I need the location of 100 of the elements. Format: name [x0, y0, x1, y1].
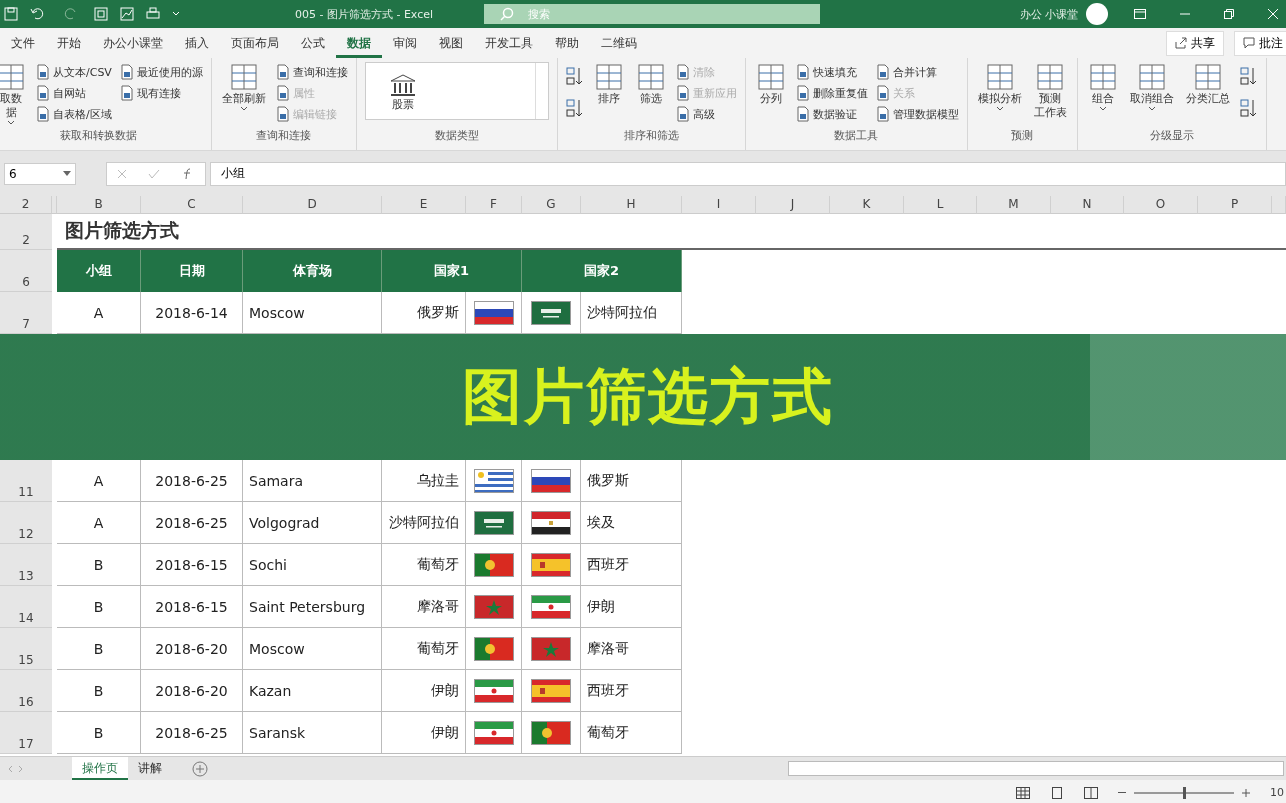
ribbon-tab[interactable]: 视图 [428, 28, 474, 58]
ribbon-button[interactable]: 高级 [675, 104, 737, 124]
row-header[interactable]: 16 [0, 670, 52, 712]
ribbon-tab[interactable]: 文件 [0, 28, 46, 58]
column-header[interactable]: M [977, 196, 1051, 214]
formula-field[interactable]: 小组 [210, 161, 1286, 186]
close-icon[interactable] [1268, 9, 1278, 19]
ribbon-tab[interactable]: 页面布局 [220, 28, 290, 58]
table-cell: 摩洛哥 [382, 586, 466, 628]
row-header[interactable]: 2 [0, 214, 52, 250]
ribbon-button[interactable]: 自表格/区域 [36, 104, 112, 124]
ribbon-tab[interactable]: 开始 [46, 28, 92, 58]
zoom-in-icon[interactable] [1242, 788, 1250, 797]
zoom-thumb[interactable] [1182, 786, 1186, 799]
caret-icon[interactable] [172, 11, 180, 17]
column-header[interactable]: G [522, 196, 581, 214]
flag-icon [473, 468, 514, 493]
ribbon-button[interactable]: 预测 工作表 [1031, 62, 1069, 120]
column-header[interactable]: O [1124, 196, 1198, 214]
ribbon-button[interactable]: 全部刷新 [219, 62, 268, 112]
ribbon-tab[interactable]: 办公小课堂 [92, 28, 174, 58]
ribbon-button[interactable]: 现有连接 [119, 83, 203, 103]
avatar-icon[interactable] [1086, 3, 1108, 25]
group-label: 查询和连接 [255, 128, 313, 143]
ribbon-button[interactable]: 合并计算 [875, 62, 959, 82]
column-header[interactable]: H [581, 196, 682, 214]
row-header[interactable]: 7 [0, 292, 52, 334]
ribbon-display-icon[interactable] [1134, 9, 1146, 19]
table-cell: 2018-6-25 [141, 460, 243, 502]
row-header[interactable]: 17 [0, 712, 52, 754]
row-header[interactable]: 14 [0, 586, 52, 628]
column-header[interactable]: N [1051, 196, 1124, 214]
column-header[interactable]: E [382, 196, 466, 214]
column-header[interactable]: I [682, 196, 756, 214]
save-icon[interactable] [4, 7, 18, 21]
ribbon-button[interactable]: 管理数据模型 [875, 104, 959, 124]
column-header[interactable]: L [904, 196, 977, 214]
ribbon-tab[interactable]: 插入 [174, 28, 220, 58]
ribbon-tab[interactable]: 帮助 [544, 28, 590, 58]
document-icon [36, 64, 50, 80]
ribbon-button[interactable]: 查询和连接 [275, 62, 348, 82]
ribbon-tab[interactable]: 开发工具 [474, 28, 544, 58]
sort-icon [565, 66, 584, 86]
sort-icon [1239, 66, 1258, 86]
ribbon-button[interactable]: 筛选 [633, 62, 668, 106]
zoom-level[interactable]: 10 [1270, 786, 1284, 799]
row-header[interactable]: 15 [0, 628, 52, 670]
ribbon-button[interactable]: 自网站 [36, 83, 112, 103]
ribbon-button[interactable]: 取数 据 [0, 62, 28, 126]
row-header[interactable]: 6 [0, 250, 52, 292]
form-icon[interactable] [94, 7, 108, 21]
ribbon-button[interactable]: 组合 [1085, 62, 1120, 112]
column-header[interactable]: K [830, 196, 904, 214]
document-icon [275, 85, 290, 101]
table-cell: 2018-6-25 [141, 502, 243, 544]
ribbon-button[interactable]: 删除重复值 [795, 83, 868, 103]
column-header[interactable]: P [1198, 196, 1272, 214]
name-box[interactable]: 6 [4, 162, 76, 185]
ribbon-tab[interactable]: 数据 [336, 28, 382, 58]
document-icon [119, 64, 134, 80]
ribbon-button[interactable]: 排序 [591, 62, 626, 106]
table-icon [1087, 62, 1118, 92]
column-header[interactable]: F [466, 196, 522, 214]
ribbon-button[interactable]: 分列 [753, 62, 788, 106]
page-break-icon[interactable] [1084, 786, 1098, 799]
ribbon-button[interactable]: 分类汇总 [1183, 62, 1232, 106]
flag-icon [531, 468, 571, 493]
add-sheet-icon[interactable] [192, 760, 208, 777]
table-cell: 埃及 [581, 502, 682, 544]
cancel-icon[interactable] [117, 168, 128, 179]
horizontal-scrollbar[interactable] [788, 761, 1284, 776]
row-header[interactable]: 12 [0, 502, 52, 544]
chart-icon[interactable] [120, 7, 134, 21]
column-header[interactable]: C [141, 196, 243, 214]
ribbon-button[interactable]: 数据验证 [795, 104, 868, 124]
ribbon-button[interactable]: 快速填充 [795, 62, 868, 82]
check-icon[interactable] [148, 168, 160, 179]
page-layout-icon[interactable] [1050, 786, 1064, 799]
row-header[interactable]: 11 [0, 460, 52, 502]
ribbon-button[interactable]: 取消组合 [1127, 62, 1176, 112]
comments-button[interactable]: 批注 [1234, 30, 1286, 56]
column-header[interactable]: D [243, 196, 382, 214]
ribbon-button[interactable]: 最近使用的源 [119, 62, 203, 82]
caret-icon [239, 106, 248, 112]
ribbon-tab[interactable]: 二维码 [590, 28, 648, 58]
caret-icon [7, 120, 15, 126]
outline-level-button[interactable]: 2 [0, 196, 52, 214]
ribbon-tab[interactable]: 公式 [290, 28, 336, 58]
normal-view-icon[interactable] [1016, 786, 1030, 799]
row-header[interactable]: 13 [0, 544, 52, 586]
sheet-tab[interactable]: 操作页 [72, 757, 128, 780]
ribbon-button[interactable]: 模拟分析 [975, 62, 1024, 112]
printer-icon[interactable] [146, 7, 160, 21]
share-button[interactable]: 共享 [1166, 30, 1224, 56]
ribbon-button[interactable]: 从文本/CSV [36, 62, 112, 82]
restore-icon[interactable] [1224, 9, 1234, 19]
ribbon-tab[interactable]: 审阅 [382, 28, 428, 58]
column-header[interactable]: J [756, 196, 830, 214]
gallery-item[interactable]: 股票 [387, 74, 418, 112]
column-header[interactable]: B [57, 196, 141, 214]
